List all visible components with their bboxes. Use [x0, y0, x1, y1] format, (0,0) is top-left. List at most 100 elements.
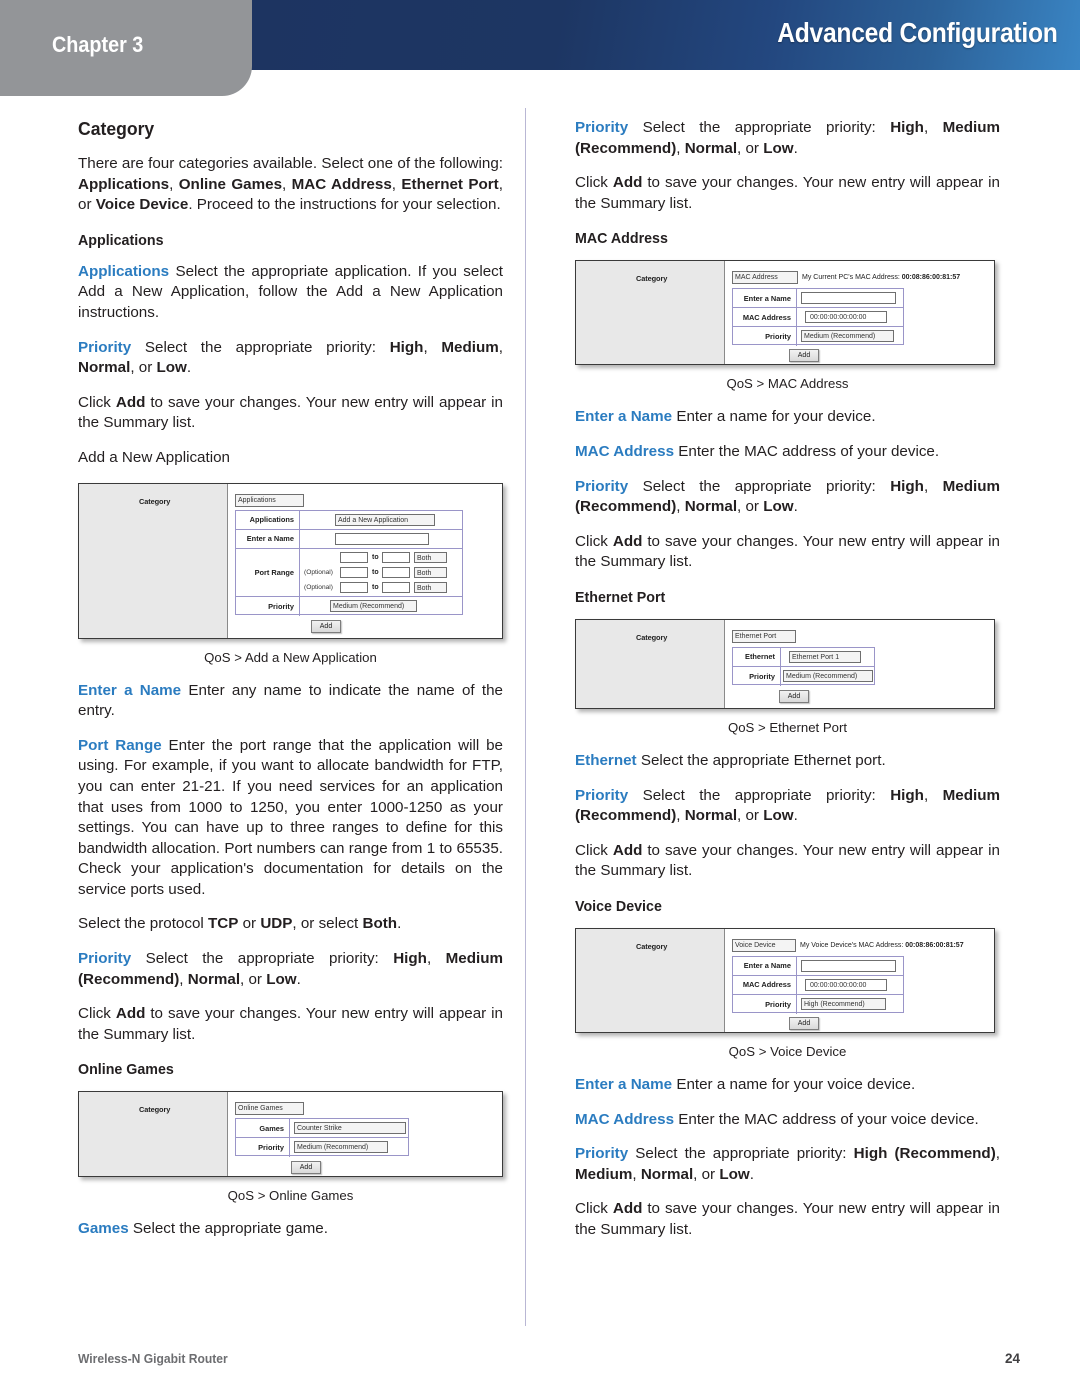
add-button[interactable]: Add [291, 1161, 321, 1175]
priority-option-high-2: High [393, 950, 427, 968]
page-footer: Wireless-N Gigabit Router 24 [78, 1351, 1020, 1371]
priority-select[interactable]: High (Recommend) [801, 997, 886, 1010]
port-from-input-1[interactable] [340, 551, 368, 563]
category-select[interactable]: Voice Device [732, 938, 796, 952]
table-row: Applications Add a New Application [236, 510, 462, 530]
mac-address-input[interactable]: 00:00:00:00:00:00 [805, 311, 887, 324]
category-label: Category [636, 274, 668, 284]
priority-option-medium-2: Medium [445, 950, 503, 968]
applications-select[interactable]: Add a New Application [335, 513, 435, 526]
term-enter-a-name-voice: Enter a Name [575, 1075, 673, 1093]
category-select[interactable]: Ethernet Port [732, 629, 796, 643]
priority-option-medium-r3: Medium [942, 786, 1000, 804]
term-priority-r1: Priority [575, 119, 629, 136]
priority-option-low: Low [156, 359, 187, 377]
term-games: Games [78, 1220, 129, 1238]
table-row: MAC Address 00:00:00:00:00:00 [733, 975, 903, 995]
paragraph-click-add-2: Click Add to save your changes. Your new… [78, 1004, 503, 1045]
priority-select[interactable]: Medium (Recommend) [330, 599, 417, 612]
paragraph-priority-r3: Priority Select the appropriate priority… [575, 786, 1000, 825]
priority-option-normal-r1: Normal [684, 139, 738, 157]
row-label-priority: Priority [733, 666, 781, 686]
priority-option-normal-r3: Normal [684, 807, 738, 825]
enter-a-name-input[interactable] [335, 532, 429, 545]
figure-mac-address: Category MAC Address My Current PC's MAC… [575, 260, 1000, 391]
protocol-lead: Select the protocol [78, 915, 209, 933]
enter-a-name-input[interactable] [801, 292, 896, 305]
subheading-mac-address: MAC Address [575, 230, 668, 248]
row-label-priority: Priority [236, 596, 300, 616]
priority-option-normal-2: Normal [187, 970, 241, 988]
paragraph-click-add-r3: Click Add to save your changes. Your new… [575, 841, 1000, 882]
table-row: Enter a Name [236, 529, 462, 549]
subheading-applications: Applications [78, 231, 164, 249]
port-to-input-1[interactable] [382, 551, 410, 563]
screenshot-left-pane [79, 483, 228, 638]
protocol-or1: or [238, 915, 261, 933]
protocol-select-2[interactable]: Both [414, 566, 447, 578]
paragraph-mac-address-voice: MAC Address Enter the MAC address of you… [575, 1110, 1000, 1131]
protocol-or2: , or select [292, 915, 363, 933]
port-from-input-3[interactable] [340, 581, 368, 593]
term-port-range: Port Range [78, 736, 162, 754]
ethernet-select[interactable]: Ethernet Port 1 [789, 650, 861, 663]
port-from-input-2[interactable] [340, 566, 368, 578]
term-priority: Priority [78, 338, 132, 356]
paragraph-mac-address-r: MAC Address Enter the MAC address of you… [575, 442, 1000, 463]
category-label: Category [636, 941, 668, 951]
protocol-select-1[interactable]: Both [414, 551, 447, 563]
table-row: Priority Medium (Recommend) [236, 1138, 408, 1158]
row-label-enter-a-name: Enter a Name [733, 956, 797, 975]
port-range-description: Enter the port range that the applicatio… [78, 736, 503, 898]
enter-a-name-input[interactable] [801, 959, 896, 972]
priority-select[interactable]: Medium (Recommend) [801, 330, 894, 343]
add-button[interactable]: Add [789, 1016, 819, 1030]
row-label-enter-a-name: Enter a Name [733, 289, 797, 308]
category-select[interactable]: Applications [235, 493, 304, 507]
priority-option-low-r3: Low [763, 807, 794, 825]
row-label-priority: Priority [733, 994, 797, 1014]
paragraph-click-add-r2: Click Add to save your changes. Your new… [575, 532, 1000, 573]
subheading-online-games: Online Games [78, 1061, 174, 1079]
priority-option-recommend-r2: (Recommend) [575, 498, 677, 516]
add-button[interactable]: Add [311, 619, 341, 633]
enter-a-name-description-voice: Enter a name for your voice device. [676, 1075, 916, 1093]
paragraph-port-range: Port Range Enter the port range that the… [78, 736, 503, 901]
priority-option-medium-r2: Medium [942, 477, 1000, 495]
port-to-input-3[interactable] [382, 581, 410, 593]
priority-option-recommend-r3: (Recommend) [575, 807, 677, 825]
protocol-select-3[interactable]: Both [414, 581, 447, 593]
paragraph-enter-a-name-r: Enter a Name Enter a name for your devic… [575, 407, 1000, 428]
paragraph-category-intro: There are four categories available. Sel… [78, 155, 503, 214]
row-label-priority: Priority [733, 327, 797, 347]
click-add-lead-voice: Click [575, 1200, 613, 1218]
row-label-mac-address: MAC Address [733, 975, 797, 994]
port-to-input-2[interactable] [382, 566, 410, 578]
add-bold-r1: Add [612, 174, 643, 192]
click-add-lead-r3: Click [575, 841, 613, 859]
paragraph-priority-applications: Priority Select the appropriate priority… [78, 338, 503, 377]
priority-option-high-voice: High [853, 1145, 888, 1163]
row-label-port-range: Port Range [236, 548, 300, 596]
paragraph-priority-applications-2: Priority Select the appropriate priority… [78, 950, 503, 988]
priority-select[interactable]: Medium (Recommend) [783, 669, 873, 682]
priority-select[interactable]: Medium (Recommend) [294, 1141, 388, 1154]
priority-option-normal-r2: Normal [684, 498, 738, 516]
click-add-lead-r1: Click [575, 174, 613, 192]
footer-page-number: 24 [1004, 1351, 1020, 1366]
priority-option-medium: Medium [441, 338, 499, 356]
row-label-ethernet: Ethernet [733, 647, 781, 666]
priority-option-recommend-voice: (Recommend) [894, 1145, 996, 1163]
add-bold-voice: Add [612, 1200, 643, 1218]
add-button[interactable]: Add [779, 689, 809, 703]
figure-caption-ethernet-port: QoS > Ethernet Port [727, 719, 848, 735]
games-select[interactable]: Counter Strike [294, 1122, 406, 1135]
paragraph-click-add-r1: Click Add to save your changes. Your new… [575, 173, 1000, 214]
row-label-mac-address: MAC Address [733, 308, 797, 327]
voice-mac-note: My Voice Device's MAC Address: 00:08:86:… [800, 942, 964, 949]
category-select[interactable]: MAC Address [732, 271, 798, 285]
games-description: Select the appropriate game. [132, 1220, 328, 1238]
mac-address-input[interactable]: 00:00:00:00:00:00 [805, 978, 887, 991]
add-button[interactable]: Add [789, 349, 819, 363]
category-select[interactable]: Online Games [235, 1102, 304, 1116]
